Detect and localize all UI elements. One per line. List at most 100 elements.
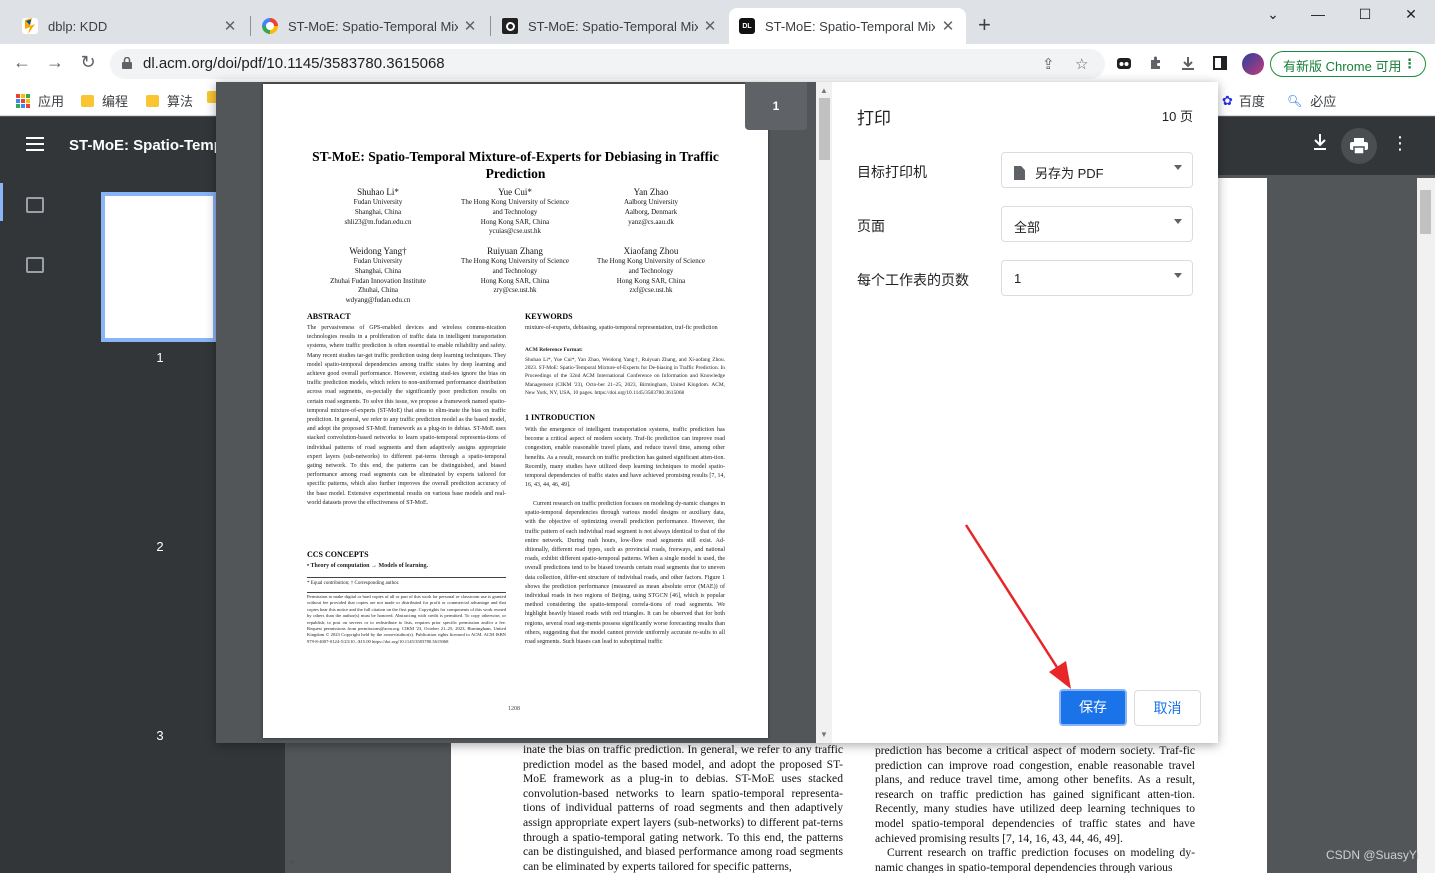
- bing-search-icon: 🔍︎: [1287, 93, 1303, 108]
- tab-separator: [250, 16, 251, 36]
- tab-dblp[interactable]: dblp: KDD ✕: [12, 8, 248, 44]
- destination-label: 目标打印机: [857, 164, 927, 180]
- paper-page-number: 1208: [508, 706, 520, 712]
- tab-close-icon[interactable]: ✕: [462, 17, 478, 35]
- ccs-heading: CCS CONCEPTS: [307, 550, 369, 559]
- close-window-icon[interactable]: ✕: [1396, 6, 1426, 23]
- page-thumbnail-1[interactable]: [101, 192, 217, 342]
- paper-author: Ruiyuan Zhang The Hong Kong University o…: [461, 246, 569, 295]
- reference-format-text: Shuhao Li*, Yue Cui*, Yan Zhao, Weidong …: [525, 357, 725, 396]
- paper-author: Yan Zhao Aalborg University Aalborg, Den…: [623, 187, 679, 226]
- thumbnails-view-icon[interactable]: [26, 197, 44, 213]
- preview-scrollbar[interactable]: ▲ ▼: [816, 82, 832, 743]
- maximize-icon[interactable]: ☐: [1350, 6, 1380, 23]
- keywords-heading: KEYWORDS: [525, 312, 573, 321]
- introduction-heading: 1 INTRODUCTION: [525, 413, 596, 422]
- back-arrow-icon[interactable]: ←: [10, 52, 34, 73]
- more-vert-icon[interactable]: ⋮: [1403, 56, 1416, 72]
- extension-icon[interactable]: [1115, 55, 1133, 73]
- folder-icon: [81, 94, 94, 107]
- pdf-title: ST-MoE: Spatio-Tempor: [69, 137, 238, 154]
- minimize-icon[interactable]: —: [1303, 6, 1333, 22]
- bookmark-folder-algorithms[interactable]: 算法: [146, 91, 193, 110]
- menu-hamburger-icon[interactable]: [26, 137, 44, 151]
- print-preview-area: ST-MoE: Spatio-Temporal Mixture-of-Exper…: [216, 82, 816, 743]
- paper-title: ST-MoE: Spatio-Temporal Mixture-of-Exper…: [312, 149, 719, 181]
- pages-per-sheet-select[interactable]: 1: [1001, 260, 1193, 296]
- acm-dl-favicon-icon: DL: [739, 18, 755, 34]
- new-tab-plus-icon[interactable]: +: [978, 14, 991, 36]
- thumbnail-number: 2: [156, 539, 164, 554]
- side-panel-icon[interactable]: [1211, 55, 1229, 73]
- tab-st-moe-acm[interactable]: ST-MoE: Spatio-Temporal Mix ✕: [492, 8, 728, 44]
- update-chip-label: 有新版 Chrome 可用: [1283, 59, 1402, 74]
- forward-arrow-icon[interactable]: →: [43, 52, 67, 73]
- paper-author: Yue Cui* The Hong Kong University of Sci…: [461, 187, 569, 236]
- dropdown-caret-icon: [1174, 165, 1182, 170]
- sidebar-active-indicator: [0, 183, 3, 221]
- address-bar[interactable]: dl.acm.org/doi/pdf/10.1145/3583780.36150…: [110, 49, 1105, 79]
- tab-close-icon[interactable]: ✕: [222, 17, 238, 35]
- paper-author: Shuhao Li* Fudan University Shanghai, Ch…: [344, 187, 412, 226]
- share-icon[interactable]: ⇪: [1042, 55, 1055, 73]
- thumbnail-number: 3: [156, 728, 164, 743]
- print-settings-panel: 打印 10 页 目标打印机 另存为 PDF 页面 全部 每个工作表的页数 1 保…: [832, 82, 1218, 743]
- abstract-text: The pervasiveness of GPS-enabled devices…: [307, 325, 506, 506]
- browser-toolbar: ← → ↻ dl.acm.org/doi/pdf/10.1145/3583780…: [0, 44, 1435, 84]
- footnote: * Equal contribution; † Corresponding au…: [307, 581, 400, 586]
- paper-author: Xiaofang Zhou The Hong Kong University o…: [597, 246, 705, 295]
- reference-format-heading: ACM Reference Format:: [525, 347, 583, 353]
- scrollbar-thumb[interactable]: [1420, 190, 1431, 234]
- watermark: CSDN @SuasyYi: [1326, 848, 1420, 862]
- print-dialog: ST-MoE: Spatio-Temporal Mixture-of-Exper…: [216, 82, 1218, 743]
- tab-close-icon[interactable]: ✕: [702, 17, 718, 35]
- cancel-button[interactable]: 取消: [1134, 690, 1201, 726]
- introduction-para-2: Current research on traffic prediction f…: [525, 501, 725, 646]
- pdf-scrollbar[interactable]: [1417, 178, 1435, 873]
- acm-favicon-icon: [502, 18, 518, 34]
- pdf-more-icon[interactable]: ⋮: [1388, 133, 1412, 154]
- outline-view-icon[interactable]: [26, 257, 44, 273]
- permission-rule: [307, 592, 506, 593]
- print-preview-page: ST-MoE: Spatio-Temporal Mixture-of-Exper…: [263, 84, 768, 738]
- dropdown-caret-icon: [1174, 273, 1182, 278]
- google-favicon-icon: [262, 18, 278, 34]
- tab-st-moe-pdf-active[interactable]: DL ST-MoE: Spatio-Temporal Mix ✕: [729, 8, 966, 44]
- profile-avatar[interactable]: [1242, 53, 1264, 75]
- scroll-up-icon[interactable]: ▲: [820, 86, 828, 95]
- bookmark-apps[interactable]: 应用: [16, 91, 64, 110]
- doc-column-left: inate the bias on traffic prediction. In…: [523, 743, 843, 873]
- url-text: dl.acm.org/doi/pdf/10.1145/3583780.36150…: [143, 55, 445, 72]
- reload-icon[interactable]: ↻: [76, 52, 100, 73]
- apps-grid-icon: [16, 93, 30, 108]
- bookmark-folder-programming[interactable]: 编程: [81, 91, 128, 110]
- dropdown-caret-icon: [1174, 219, 1182, 224]
- bookmark-star-icon[interactable]: ☆: [1075, 55, 1088, 73]
- permission-notice: Permission to make digital or hard copie…: [307, 594, 506, 644]
- bookmark-bing[interactable]: 🔍︎ 必应: [1287, 91, 1336, 110]
- extensions-puzzle-icon[interactable]: [1147, 55, 1165, 73]
- preview-page-badge: 1: [745, 82, 807, 130]
- bookmark-baidu[interactable]: ✿ 百度: [1222, 91, 1265, 110]
- chrome-update-chip[interactable]: 有新版 Chrome 可用 ⋮: [1270, 51, 1426, 77]
- print-icon[interactable]: [1347, 137, 1371, 160]
- abstract-heading: ABSTRACT: [307, 312, 351, 321]
- destination-select[interactable]: 另存为 PDF: [1001, 152, 1193, 188]
- pdf-download-icon[interactable]: [1308, 133, 1332, 156]
- sidebar-scroll-down-icon[interactable]: ▼: [287, 858, 296, 868]
- tab-strip: dblp: KDD ✕ ST-MoE: Spatio-Temporal Mix …: [0, 0, 1435, 44]
- scroll-down-icon[interactable]: ▼: [820, 730, 828, 739]
- thumbnail-number: 1: [156, 350, 164, 365]
- save-button[interactable]: 保存: [1059, 689, 1127, 726]
- pages-select[interactable]: 全部: [1001, 206, 1193, 242]
- tab-st-moe-google[interactable]: ST-MoE: Spatio-Temporal Mix ✕: [252, 8, 488, 44]
- tab-close-icon[interactable]: ✕: [940, 17, 956, 35]
- pages-label: 页面: [857, 218, 885, 234]
- introduction-para-1: With the emergence of intelligent transp…: [525, 427, 725, 489]
- preview-scrollbar-thumb[interactable]: [819, 98, 830, 160]
- tab-separator: [490, 16, 491, 36]
- paper-author: Weidong Yang† Fudan University Shanghai,…: [330, 246, 426, 305]
- download-icon[interactable]: [1179, 55, 1197, 73]
- tab-search-chevron-icon[interactable]: ⌄: [1258, 6, 1288, 23]
- dblp-favicon-icon: [22, 18, 38, 34]
